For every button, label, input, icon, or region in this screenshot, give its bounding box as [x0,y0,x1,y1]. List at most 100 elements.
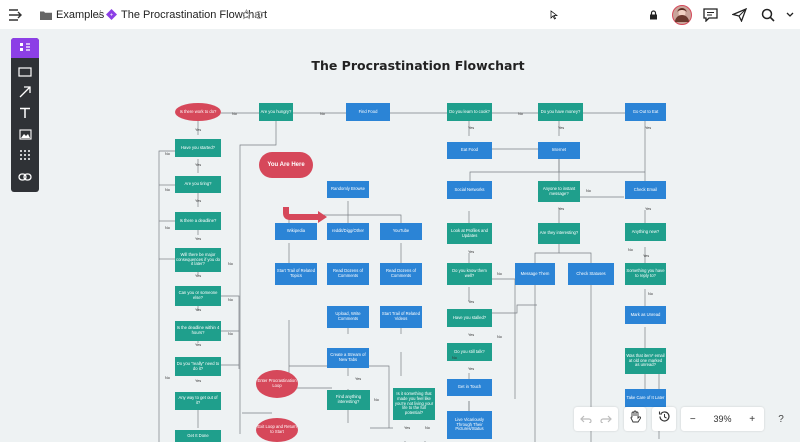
rectangle-icon [18,64,32,82]
connector-label: No [586,189,591,193]
search-button[interactable] [761,0,775,29]
flow-node-n42[interactable]: Enter Procrastination Loop [256,370,298,398]
image-tool-button[interactable] [11,126,39,146]
lock-button[interactable] [649,0,658,29]
flow-node-n17[interactable]: Get It Done [175,430,221,442]
flow-node-n25[interactable]: Look at Profiles and Updates [447,223,492,244]
redo-icon[interactable] [600,410,612,428]
flow-node-n13[interactable]: Can you or someone else? [175,286,221,306]
flow-node-n47[interactable]: Exit Loop and Return to Start [256,418,298,442]
flow-node-n41[interactable]: Was that item* email at old one marked a… [625,348,666,374]
cursor-icon [550,9,558,20]
you-are-here-marker[interactable]: You Are Here [259,152,313,178]
flow-node-n29[interactable]: Read Dozens of Comments [327,263,369,285]
comments-button[interactable] [703,0,718,29]
link-tool-button[interactable] [11,168,39,188]
collapse-menu-button[interactable] [8,0,24,29]
grid-icon [19,148,31,166]
flow-node-n22[interactable]: Wikipedia [275,223,317,240]
flow-node-n28[interactable]: Start Trail of Related Topics [275,263,317,285]
flow-node-n35[interactable]: Upload, Write Comments [327,306,369,328]
history-button[interactable] [652,407,676,431]
zoom-out-button[interactable]: − [690,414,696,425]
undo-icon[interactable] [580,410,592,428]
connector-label: Yes [195,379,202,383]
connector-label: Yes [558,207,565,211]
user-avatar[interactable] [672,0,692,29]
flow-node-n32[interactable]: Message Them [515,263,555,285]
search-icon [761,8,775,22]
flow-node-n6[interactable]: Go Out to Eat [625,103,666,121]
line-tool-button[interactable] [11,84,39,104]
star-button[interactable] [241,0,252,29]
connector-label: Yes [643,254,650,258]
connector-label: Yes [195,343,202,347]
connector-label: No [228,262,233,266]
flow-node-n1[interactable]: Is there work to do? [175,103,221,121]
flow-node-n20[interactable]: Anyone to instant message? [538,181,580,202]
flow-node-n30[interactable]: Read Dozens of Comments [380,263,422,285]
flow-node-n33[interactable]: Check Statuses [568,263,614,285]
flow-node-n14[interactable]: Is the deadline within 4 hours? [175,321,221,341]
flow-node-n46[interactable]: Take Care of It Later [625,389,666,407]
connector-label: No [628,248,633,252]
connector-label: Yes [645,126,652,130]
flow-node-n8[interactable]: Internet [538,142,580,159]
rectangle-tool-button[interactable] [11,63,39,83]
sync-status [254,0,264,29]
connector-label: Yes [195,237,202,241]
flow-node-n4[interactable]: Do you learn to cook? [447,103,492,121]
undo-redo-group [574,407,618,431]
flow-node-n11[interactable]: Is there a deadline? [175,212,221,230]
flow-node-n5[interactable]: Do you have money? [538,103,583,121]
connector-label: No [228,298,233,302]
connector-label: Yes [195,308,202,312]
connector-label: Yes [468,333,475,337]
history-icon [658,410,671,428]
flow-node-n3[interactable]: Find Food [346,103,390,121]
grid-tool-button[interactable] [11,147,39,167]
flow-node-n37[interactable]: Have you stalled? [447,309,492,327]
flow-node-n2[interactable]: Are you hungry? [259,103,293,121]
pan-tool-button[interactable] [624,407,646,431]
connector-label: No [452,356,457,360]
flow-node-n7[interactable]: Eat Food [447,142,492,159]
send-icon [732,7,747,22]
flow-node-n18[interactable]: Randomly Browse [327,181,369,198]
connector-label: No [497,272,502,276]
flow-node-n45[interactable]: Get in Touch [447,379,492,396]
flow-node-n48[interactable]: Live Vicariously Through Their Pictures/… [447,411,492,439]
flow-node-n44[interactable]: Is it something that made you feel like … [393,388,435,420]
share-button[interactable] [732,0,747,29]
breadcrumb[interactable]: Examples [40,0,104,29]
shapes-tool-button[interactable] [11,38,39,58]
flow-node-n26[interactable]: Are they interesting? [538,223,580,244]
zoom-in-button[interactable]: + [749,414,755,425]
flow-node-n12[interactable]: Will there be major consequences if you … [175,248,221,272]
flow-node-n19[interactable]: Social Networks [447,181,492,199]
connector-label: Yes [195,199,202,203]
image-icon [18,127,32,145]
flow-node-n21[interactable]: Check Email [625,181,666,199]
text-tool-button[interactable] [11,105,39,125]
flow-node-n15[interactable]: Do you "really" need to do it? [175,357,221,376]
flow-node-n24[interactable]: YouTube [380,223,422,240]
flow-node-n10[interactable]: Are you tiring? [175,176,221,193]
flow-node-n43[interactable]: Find anything interesting? [327,390,370,410]
flow-node-n39[interactable]: Create a Stream of New Tabs [327,348,369,368]
flow-node-n9[interactable]: Have you started? [175,139,221,157]
lock-icon [649,9,658,20]
connector-label: Yes [195,128,202,132]
flow-node-n27[interactable]: Anything new? [625,223,666,241]
more-options-button[interactable] [786,0,794,29]
help-button[interactable]: ? [770,407,792,431]
connector-label: Yes [468,250,475,254]
connector-label: No [165,226,170,230]
flow-node-n34[interactable]: Something you have to reply to? [625,263,666,285]
flow-node-n36[interactable]: Start Trail of Related Videos [380,306,422,328]
zoom-level[interactable]: 39% [713,414,731,424]
flow-node-n23[interactable]: reddit/Digg/Other [327,223,369,240]
flow-node-n16[interactable]: Any way to get out of it? [175,392,221,410]
flow-node-n38[interactable]: Mark as Unread [625,306,666,324]
flow-node-n31[interactable]: Do you know them well? [447,263,492,285]
